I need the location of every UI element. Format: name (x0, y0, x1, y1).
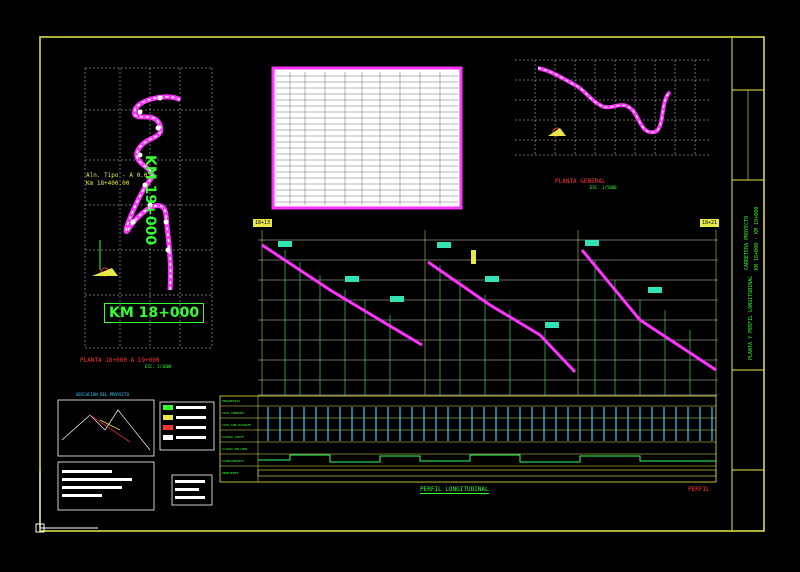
profile-row-label: PROGRESIVA (222, 399, 241, 403)
plan-title: PLANTA 18+000 A 19+000 (80, 357, 160, 364)
plan-note-line-1: Aln. Tipo - A 0.0 (86, 172, 148, 179)
general-plan-scale: ESC. 1/5000 (590, 185, 617, 190)
profile-curve-labels (278, 240, 662, 328)
profile-data-values (267, 407, 713, 441)
profile-grid (258, 230, 718, 396)
plan-km-bottom-label: KM 18+000 (104, 303, 205, 323)
profile-data-table (219, 395, 717, 483)
profile-row-label: ALTURA RELLENO (222, 447, 248, 451)
alignment-diagram (258, 454, 716, 463)
profile-grade-line-2 (427, 260, 577, 374)
title-block-line-3: PLANTA Y PERFIL LONGITUDINAL (748, 275, 754, 360)
profile-marker (471, 250, 476, 264)
general-plan-title: PLANTA GENERAL (555, 178, 606, 185)
title-block-line-2: KM 18+000 - KM 19+000 (754, 206, 760, 270)
plan-scale: ESC. 1/1000 (145, 364, 172, 369)
location-map-title: UBICACION DEL PROYECTO (76, 392, 129, 397)
profile-right-tag: 18+21 (700, 219, 720, 227)
profile-station-lines (284, 250, 691, 395)
cad-drawing-canvas[interactable] (0, 0, 800, 572)
profile-row-label: ALINEAMIENTO (222, 459, 244, 463)
profile-grade-line-3 (580, 249, 717, 372)
profile-row-label: COTA TERRENO (222, 411, 244, 415)
profile-label: PERFIL (688, 486, 710, 493)
curve-table (271, 66, 463, 210)
profile-left-tag: 18+13 (253, 219, 273, 227)
profile-title: PERFIL LONGITUDINAL (420, 486, 489, 494)
plan-km-top-label: KM 19+000 (142, 155, 158, 246)
profile-row-label: COTA SUB RASANTE (222, 423, 251, 427)
title-block-line-1: CARRETERA PROYECTO (744, 215, 750, 270)
profile-row-label: ALTURA CORTE (222, 435, 244, 439)
plan-note-line-2: Km 18+400.00 (86, 180, 130, 187)
profile-row-label: PENDIENTE (222, 471, 239, 475)
profile-row-labels: PROGRESIVA COTA TERRENO COTA SUB RASANTE… (222, 397, 258, 479)
